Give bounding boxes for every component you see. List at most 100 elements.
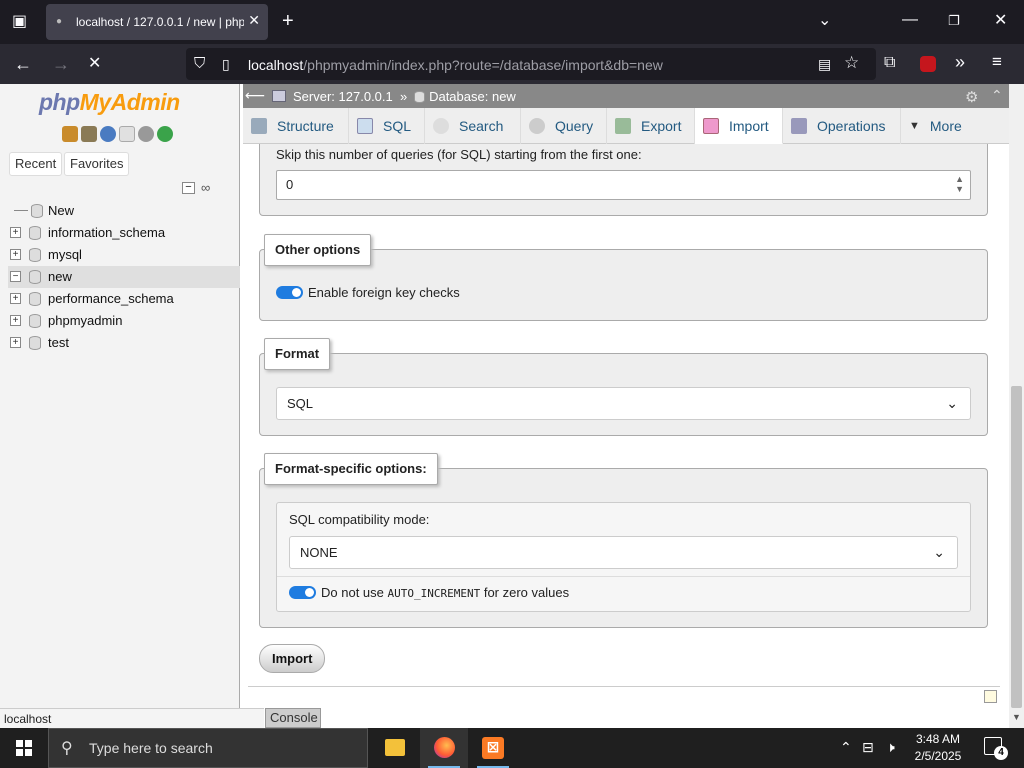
new-tab-icon[interactable]: + bbox=[282, 11, 294, 31]
auto-inc-suffix: for zero values bbox=[483, 585, 570, 600]
extensions-icon[interactable]: ⧉ bbox=[884, 55, 895, 71]
foreign-key-toggle[interactable] bbox=[276, 286, 303, 299]
reload-icon[interactable] bbox=[157, 126, 173, 142]
tree-item-label[interactable]: information_schema bbox=[48, 225, 165, 240]
tree-item-label[interactable]: phpmyadmin bbox=[48, 313, 122, 328]
help-icon[interactable] bbox=[100, 126, 116, 142]
network-icon[interactable]: ⊟ bbox=[862, 739, 874, 756]
page-settings-icon[interactable] bbox=[984, 690, 997, 703]
sql-compat-select[interactable]: NONE ⌄ bbox=[289, 536, 958, 569]
tree-item-label[interactable]: test bbox=[48, 335, 69, 350]
list-all-tabs-icon[interactable]: ⌄ bbox=[818, 13, 831, 29]
link-with-main-icon[interactable]: ∞ bbox=[201, 180, 210, 195]
windows-start-icon[interactable] bbox=[16, 740, 32, 756]
phpmyadmin-logo[interactable]: phpMyAdmin bbox=[39, 89, 180, 116]
stop-loading-icon[interactable]: ✕ bbox=[88, 56, 101, 72]
tree-item-test[interactable]: + test bbox=[8, 332, 240, 354]
more-tools-icon[interactable]: » bbox=[955, 53, 965, 71]
system-clock[interactable]: 3:48 AM 2/5/2025 bbox=[908, 731, 968, 765]
expand-icon[interactable]: + bbox=[10, 337, 21, 348]
home-icon[interactable] bbox=[62, 126, 78, 142]
tree-item-label[interactable]: performance_schema bbox=[48, 291, 174, 306]
tree-item-performance-schema[interactable]: + performance_schema bbox=[8, 288, 240, 310]
url-text[interactable]: localhost/phpmyadmin/index.php?route=/da… bbox=[248, 57, 663, 73]
menu-icon[interactable]: ≡ bbox=[992, 53, 1002, 70]
back-icon[interactable]: ← bbox=[14, 55, 32, 73]
page-scrollbar[interactable]: ▼ bbox=[1009, 84, 1024, 728]
search-placeholder: Type here to search bbox=[89, 740, 213, 756]
tree-item-information-schema[interactable]: + information_schema bbox=[8, 222, 240, 244]
taskbar-search-box[interactable]: ⚲ Type here to search bbox=[48, 728, 368, 768]
close-window-icon[interactable]: ✕ bbox=[994, 13, 1007, 29]
tab-list-icon[interactable]: ▣ bbox=[12, 14, 27, 30]
tree-item-label[interactable]: New bbox=[48, 203, 74, 218]
tab-operations[interactable]: Operations bbox=[783, 108, 901, 144]
breadcrumb: ⟵ Server: 127.0.0.1 » Database: new ⚙ ⌃ bbox=[243, 84, 1009, 108]
database-label[interactable]: Database: bbox=[429, 89, 488, 104]
format-select[interactable]: SQL ⌄ bbox=[276, 387, 971, 420]
tree-item-label[interactable]: new bbox=[48, 269, 72, 284]
auto-inc-prefix: Do not use bbox=[321, 585, 384, 600]
url-bar[interactable]: ⛉ ▯ localhost/phpmyadmin/index.php?route… bbox=[186, 48, 876, 80]
server-value[interactable]: 127.0.0.1 bbox=[339, 89, 393, 104]
ublock-icon[interactable] bbox=[920, 56, 936, 72]
tree-item-label[interactable]: mysql bbox=[48, 247, 82, 262]
documentation-icon[interactable] bbox=[119, 126, 135, 142]
expand-icon[interactable]: + bbox=[10, 227, 21, 238]
divider bbox=[248, 686, 1000, 687]
recent-button[interactable]: Recent bbox=[9, 152, 63, 176]
forward-icon[interactable]: → bbox=[52, 55, 70, 73]
browser-tab[interactable]: ● localhost / 127.0.0.1 / new | php ✕ bbox=[46, 4, 268, 40]
show-hidden-icons-icon[interactable]: ⌃ bbox=[840, 739, 852, 756]
tab-export[interactable]: Export bbox=[607, 108, 695, 144]
tab-sql[interactable]: SQL bbox=[349, 108, 425, 144]
logout-icon[interactable] bbox=[81, 126, 97, 142]
shield-icon[interactable]: ⛉ bbox=[194, 56, 205, 72]
expand-icon[interactable]: + bbox=[10, 315, 21, 326]
tab-more[interactable]: ▼ More bbox=[901, 108, 985, 144]
tree-item-phpmyadmin[interactable]: + phpmyadmin bbox=[8, 310, 240, 332]
tab-structure[interactable]: Structure bbox=[243, 108, 349, 144]
xampp-app[interactable]: ⊠ bbox=[469, 728, 517, 768]
tree-item-new[interactable]: New bbox=[8, 200, 240, 222]
tree-item-mysql[interactable]: + mysql bbox=[8, 244, 240, 266]
collapse-icon[interactable]: − bbox=[10, 271, 21, 282]
settings-gear-icon[interactable] bbox=[138, 126, 154, 142]
nav-icon-toolbar bbox=[62, 126, 173, 142]
favorites-button[interactable]: Favorites bbox=[64, 152, 130, 176]
collapse-all-icon[interactable]: − bbox=[182, 182, 195, 194]
import-button[interactable]: Import bbox=[259, 644, 326, 673]
tab-query[interactable]: Query bbox=[521, 108, 607, 144]
tab-import[interactable]: Import bbox=[695, 108, 783, 144]
maximize-icon[interactable]: ❐ bbox=[948, 13, 960, 29]
scrollbar-thumb[interactable] bbox=[1011, 386, 1022, 708]
console-button[interactable]: Console bbox=[265, 708, 321, 728]
page-icon[interactable]: ▯ bbox=[222, 56, 230, 72]
number-stepper-icon[interactable]: ▲ ▼ bbox=[955, 174, 964, 194]
xampp-icon: ⊠ bbox=[482, 737, 504, 759]
tab-search[interactable]: Search bbox=[425, 108, 521, 144]
import-icon bbox=[703, 117, 719, 134]
expand-icon[interactable]: + bbox=[10, 293, 21, 304]
auto-increment-label[interactable]: Do not use AUTO_INCREMENT for zero value… bbox=[321, 585, 569, 600]
volume-muted-icon[interactable]: 🕨 bbox=[886, 739, 895, 756]
close-tab-icon[interactable]: ✕ bbox=[248, 12, 260, 29]
settings-gear-icon[interactable]: ⚙ bbox=[965, 88, 978, 106]
reader-view-icon[interactable]: ▤ bbox=[818, 56, 831, 72]
file-explorer-app[interactable] bbox=[371, 728, 419, 768]
partial-import-fieldset: Skip this number of queries (for SQL) st… bbox=[259, 144, 988, 216]
auto-increment-toggle[interactable] bbox=[289, 586, 316, 599]
collapse-nav-icon[interactable]: ⟵ bbox=[245, 87, 265, 104]
foreign-key-label[interactable]: Enable foreign key checks bbox=[308, 285, 460, 300]
minimize-icon[interactable]: — bbox=[902, 12, 918, 28]
skip-queries-input[interactable]: 0 ▲ ▼ bbox=[276, 170, 971, 200]
firefox-app[interactable] bbox=[420, 728, 468, 768]
bookmark-star-icon[interactable]: ☆ bbox=[844, 54, 859, 71]
collapse-top-icon[interactable]: ⌃ bbox=[991, 87, 1003, 104]
server-label[interactable]: Server: bbox=[293, 89, 335, 104]
expand-icon[interactable]: + bbox=[10, 249, 21, 260]
database-value[interactable]: new bbox=[492, 89, 516, 104]
tree-item-new-db[interactable]: − new bbox=[8, 266, 240, 288]
scroll-down-icon[interactable]: ▼ bbox=[1012, 712, 1021, 722]
new-database-icon[interactable] bbox=[31, 204, 43, 218]
